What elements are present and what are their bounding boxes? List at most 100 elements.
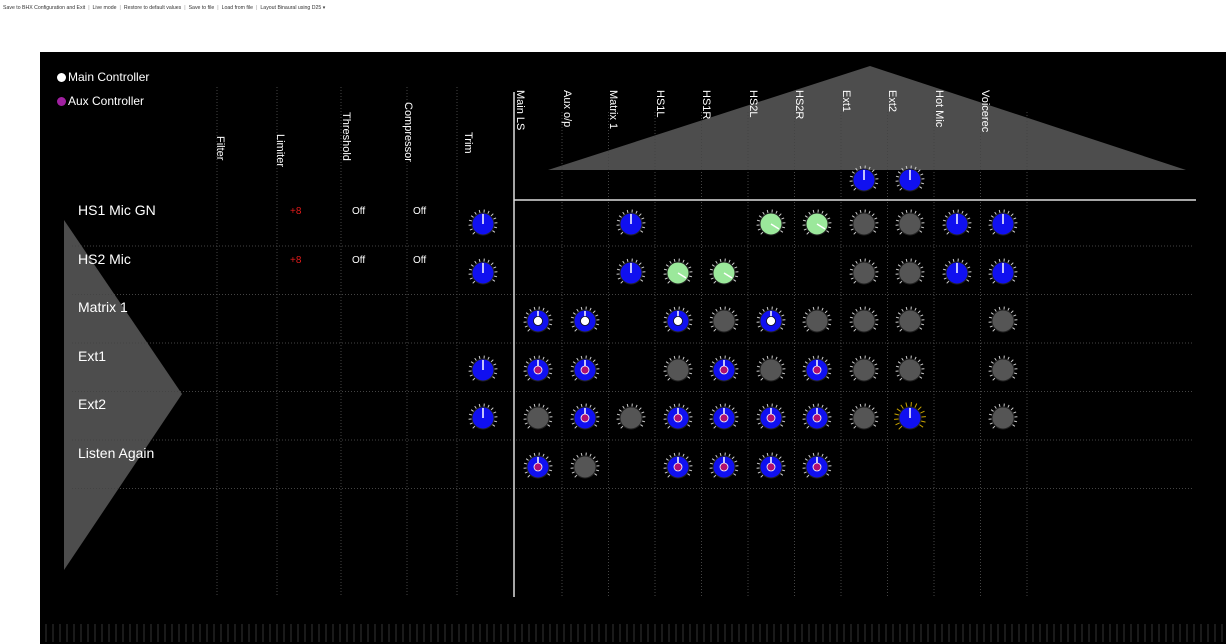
toolbar-button-3[interactable]: Save to file [189,5,215,11]
route-knob-1-hot-mic[interactable] [941,257,973,289]
route-knob-4-hs1l[interactable] [662,402,694,434]
col-header-ext2: Ext2 [886,90,898,113]
threshold-value[interactable]: Off [352,255,365,266]
route-knob-4-aux-o-p[interactable] [569,402,601,434]
route-knob-2-ext1[interactable] [848,305,880,337]
route-knob-3-hs1r[interactable] [708,354,740,386]
route-knob-1-matrix-1[interactable] [615,257,647,289]
col-header-hs1l: HS1L [653,90,666,118]
route-knob-5-hs2r[interactable] [801,451,833,483]
route-knob-4-voicerec[interactable] [987,402,1019,434]
input-gain-knob-ext1[interactable] [848,164,880,196]
route-knob-3-ext1[interactable] [848,354,880,386]
route-knob-0-ext1[interactable] [848,208,880,240]
row-label-4: Ext2 [78,396,107,412]
bottom-scale-strip [40,622,1226,644]
row-label-3: Ext1 [78,347,107,364]
aux-controller-dot [57,96,66,106]
col-header-hs2r: HS2R [793,90,805,120]
route-knob-4-hs2l[interactable] [755,402,787,434]
toolbar-button-2[interactable]: Restore to default values [124,5,181,11]
row-label-5: Listen Again [78,444,155,461]
toolbar-separator: | [119,5,121,11]
col-header-voicerec: Voicerec [979,90,991,133]
row-label-1: HS2 Mic [78,250,131,267]
col-header-matrix-1: Matrix 1 [607,90,619,130]
routing-matrix-panel: Main Controller Aux Controller HS1 Mic G… [40,52,1226,622]
route-knob-1-trim[interactable] [467,257,499,289]
input-rows-triangle [64,220,182,570]
threshold-value[interactable]: Off [352,206,365,217]
row-label-2: Matrix 1 [78,299,128,315]
toolbar-separator: | [184,5,186,11]
route-knob-1-hs1r[interactable] [708,257,740,289]
route-knob-1-hs1l[interactable] [662,257,694,289]
main-controller-dot [57,72,66,82]
col-header-filter: Filter [214,136,226,161]
input-gain-knob-ext2[interactable] [894,164,926,196]
route-knob-2-ext2[interactable] [894,305,926,337]
route-knob-0-matrix-1[interactable] [615,208,647,240]
route-knob-3-voicerec[interactable] [987,354,1019,386]
toolbar-button-0[interactable]: Save to BHX Configuration and Exit [3,5,85,11]
route-knob-2-hs1l[interactable] [662,305,694,337]
route-knob-4-ext2[interactable] [894,402,926,434]
route-knob-2-hs1r[interactable] [708,305,740,337]
legend-aux-label: Aux Controller [68,94,145,108]
col-header-aux-o-p: Aux o/p [560,90,573,128]
route-knob-0-ext2[interactable] [894,208,926,240]
route-knob-2-hs2l[interactable] [755,305,787,337]
col-header-trim: Trim [462,132,474,154]
route-knob-5-aux-o-p[interactable] [569,451,601,483]
toolbar: Save to BHX Configuration and Exit | Live … [0,0,1229,16]
col-header-compressor: Compressor [402,102,414,162]
route-knob-3-hs2l[interactable] [755,354,787,386]
route-knob-4-hs1r[interactable] [708,402,740,434]
toolbar-separator: | [217,5,219,11]
route-knob-3-hs1l[interactable] [662,354,694,386]
legend-aux-controller: Aux Controller [57,94,144,108]
route-knob-4-main-ls[interactable] [522,402,554,434]
route-knob-2-voicerec[interactable] [987,305,1019,337]
compressor-value[interactable]: Off [413,255,426,266]
route-knob-0-voicerec[interactable] [987,208,1019,240]
route-knob-3-aux-o-p[interactable] [569,354,601,386]
row-label-0: HS1 Mic GN [78,202,156,218]
route-knob-3-main-ls[interactable] [522,354,554,386]
route-knob-0-hs2l[interactable] [755,208,787,240]
toolbar-button-4[interactable]: Load from file [222,5,253,11]
toolbar-button-1[interactable]: Live mode [93,5,117,11]
col-header-hs2l: HS2L [746,90,759,118]
route-knob-4-trim[interactable] [467,402,499,434]
limiter-value[interactable]: +8 [290,255,301,266]
route-knob-5-hs1l[interactable] [662,451,694,483]
route-knob-5-main-ls[interactable] [522,451,554,483]
output-header-triangle [548,66,1186,170]
legend-main-label: Main Controller [68,70,150,84]
route-knob-5-hs1r[interactable] [708,451,740,483]
route-knob-3-ext2[interactable] [894,354,926,386]
route-knob-2-hs2r[interactable] [801,305,833,337]
route-knob-4-hs2r[interactable] [801,402,833,434]
limiter-value[interactable]: +8 [290,206,301,217]
toolbar-separator: | [256,5,258,11]
route-knob-3-hs2r[interactable] [801,354,833,386]
route-knob-5-hs2l[interactable] [755,451,787,483]
route-knob-1-voicerec[interactable] [987,257,1019,289]
route-knob-1-ext1[interactable] [848,257,880,289]
route-knob-0-trim[interactable] [467,208,499,240]
toolbar-separator: | [88,5,90,11]
compressor-value[interactable]: Off [413,206,426,217]
route-knob-0-hs2r[interactable] [801,208,833,240]
route-knob-4-ext1[interactable] [848,402,880,434]
route-knob-1-ext2[interactable] [894,257,926,289]
route-knob-3-trim[interactable] [467,354,499,386]
route-knob-4-matrix-1[interactable] [615,402,647,434]
legend-main-controller: Main Controller [57,70,149,84]
toolbar-button-5[interactable]: Layout Binaural using D25 ▾ [260,5,325,11]
col-header-threshold: Threshold [340,112,352,161]
route-knob-2-main-ls[interactable] [522,305,554,337]
route-knob-2-aux-o-p[interactable] [569,305,601,337]
col-header-limiter: Limiter [274,134,286,168]
route-knob-0-hot-mic[interactable] [941,208,973,240]
